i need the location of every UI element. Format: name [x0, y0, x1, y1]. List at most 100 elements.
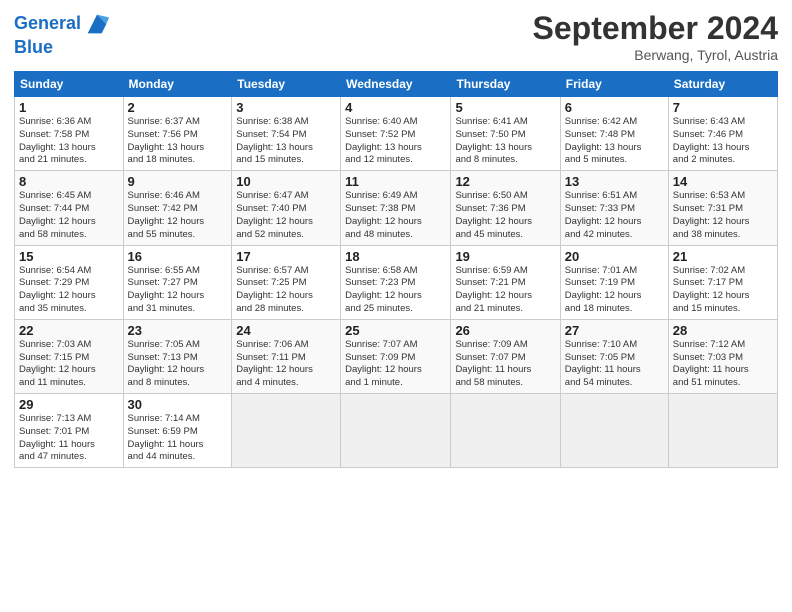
location: Berwang, Tyrol, Austria	[533, 47, 778, 63]
day-info: Sunrise: 6:55 AMSunset: 7:27 PMDaylight:…	[128, 265, 228, 316]
header-friday: Friday	[560, 72, 668, 97]
day-info: Sunrise: 7:02 AMSunset: 7:17 PMDaylight:…	[673, 265, 773, 316]
day-cell: 1Sunrise: 6:36 AMSunset: 7:58 PMDaylight…	[15, 97, 124, 171]
day-cell: 21Sunrise: 7:02 AMSunset: 7:17 PMDayligh…	[668, 245, 777, 319]
day-cell	[451, 394, 560, 468]
logo: General Blue	[14, 10, 111, 58]
day-cell	[232, 394, 341, 468]
day-info: Sunrise: 7:09 AMSunset: 7:07 PMDaylight:…	[455, 339, 555, 390]
day-info: Sunrise: 6:36 AMSunset: 7:58 PMDaylight:…	[19, 116, 119, 167]
day-number: 22	[19, 323, 119, 338]
day-cell: 26Sunrise: 7:09 AMSunset: 7:07 PMDayligh…	[451, 319, 560, 393]
day-number: 2	[128, 100, 228, 115]
day-cell: 6Sunrise: 6:42 AMSunset: 7:48 PMDaylight…	[560, 97, 668, 171]
day-info: Sunrise: 6:38 AMSunset: 7:54 PMDaylight:…	[236, 116, 336, 167]
day-number: 30	[128, 397, 228, 412]
day-cell: 30Sunrise: 7:14 AMSunset: 6:59 PMDayligh…	[123, 394, 232, 468]
day-cell	[341, 394, 451, 468]
day-info: Sunrise: 7:14 AMSunset: 6:59 PMDaylight:…	[128, 413, 228, 464]
header-row: Sunday Monday Tuesday Wednesday Thursday…	[15, 72, 778, 97]
day-number: 27	[565, 323, 664, 338]
day-cell: 22Sunrise: 7:03 AMSunset: 7:15 PMDayligh…	[15, 319, 124, 393]
day-number: 7	[673, 100, 773, 115]
header-sunday: Sunday	[15, 72, 124, 97]
day-cell: 27Sunrise: 7:10 AMSunset: 7:05 PMDayligh…	[560, 319, 668, 393]
day-cell: 11Sunrise: 6:49 AMSunset: 7:38 PMDayligh…	[341, 171, 451, 245]
day-number: 12	[455, 174, 555, 189]
day-info: Sunrise: 7:06 AMSunset: 7:11 PMDaylight:…	[236, 339, 336, 390]
day-number: 29	[19, 397, 119, 412]
day-number: 4	[345, 100, 446, 115]
day-number: 20	[565, 249, 664, 264]
day-number: 10	[236, 174, 336, 189]
day-number: 8	[19, 174, 119, 189]
day-number: 18	[345, 249, 446, 264]
day-cell: 5Sunrise: 6:41 AMSunset: 7:50 PMDaylight…	[451, 97, 560, 171]
day-number: 14	[673, 174, 773, 189]
day-number: 21	[673, 249, 773, 264]
day-number: 13	[565, 174, 664, 189]
header-monday: Monday	[123, 72, 232, 97]
header: General Blue September 2024 Berwang, Tyr…	[14, 10, 778, 63]
calendar-table: Sunday Monday Tuesday Wednesday Thursday…	[14, 71, 778, 468]
day-number: 28	[673, 323, 773, 338]
day-info: Sunrise: 6:58 AMSunset: 7:23 PMDaylight:…	[345, 265, 446, 316]
day-info: Sunrise: 7:10 AMSunset: 7:05 PMDaylight:…	[565, 339, 664, 390]
day-cell: 25Sunrise: 7:07 AMSunset: 7:09 PMDayligh…	[341, 319, 451, 393]
day-number: 24	[236, 323, 336, 338]
day-cell: 19Sunrise: 6:59 AMSunset: 7:21 PMDayligh…	[451, 245, 560, 319]
day-number: 9	[128, 174, 228, 189]
week-row-1: 1Sunrise: 6:36 AMSunset: 7:58 PMDaylight…	[15, 97, 778, 171]
logo-icon	[83, 10, 111, 38]
day-cell	[668, 394, 777, 468]
title-area: September 2024 Berwang, Tyrol, Austria	[533, 10, 778, 63]
week-row-2: 8Sunrise: 6:45 AMSunset: 7:44 PMDaylight…	[15, 171, 778, 245]
day-info: Sunrise: 7:03 AMSunset: 7:15 PMDaylight:…	[19, 339, 119, 390]
header-tuesday: Tuesday	[232, 72, 341, 97]
header-saturday: Saturday	[668, 72, 777, 97]
day-cell: 20Sunrise: 7:01 AMSunset: 7:19 PMDayligh…	[560, 245, 668, 319]
day-cell: 9Sunrise: 6:46 AMSunset: 7:42 PMDaylight…	[123, 171, 232, 245]
day-number: 6	[565, 100, 664, 115]
week-row-4: 22Sunrise: 7:03 AMSunset: 7:15 PMDayligh…	[15, 319, 778, 393]
day-info: Sunrise: 6:51 AMSunset: 7:33 PMDaylight:…	[565, 190, 664, 241]
day-info: Sunrise: 7:07 AMSunset: 7:09 PMDaylight:…	[345, 339, 446, 390]
page-container: General Blue September 2024 Berwang, Tyr…	[0, 0, 792, 478]
day-cell: 4Sunrise: 6:40 AMSunset: 7:52 PMDaylight…	[341, 97, 451, 171]
day-number: 25	[345, 323, 446, 338]
day-cell: 15Sunrise: 6:54 AMSunset: 7:29 PMDayligh…	[15, 245, 124, 319]
week-row-3: 15Sunrise: 6:54 AMSunset: 7:29 PMDayligh…	[15, 245, 778, 319]
day-info: Sunrise: 6:49 AMSunset: 7:38 PMDaylight:…	[345, 190, 446, 241]
day-info: Sunrise: 7:13 AMSunset: 7:01 PMDaylight:…	[19, 413, 119, 464]
week-row-5: 29Sunrise: 7:13 AMSunset: 7:01 PMDayligh…	[15, 394, 778, 468]
day-info: Sunrise: 6:57 AMSunset: 7:25 PMDaylight:…	[236, 265, 336, 316]
day-info: Sunrise: 6:43 AMSunset: 7:46 PMDaylight:…	[673, 116, 773, 167]
day-number: 16	[128, 249, 228, 264]
header-wednesday: Wednesday	[341, 72, 451, 97]
day-info: Sunrise: 7:05 AMSunset: 7:13 PMDaylight:…	[128, 339, 228, 390]
day-cell: 3Sunrise: 6:38 AMSunset: 7:54 PMDaylight…	[232, 97, 341, 171]
month-title: September 2024	[533, 10, 778, 47]
day-info: Sunrise: 6:54 AMSunset: 7:29 PMDaylight:…	[19, 265, 119, 316]
day-cell: 24Sunrise: 7:06 AMSunset: 7:11 PMDayligh…	[232, 319, 341, 393]
day-number: 1	[19, 100, 119, 115]
header-thursday: Thursday	[451, 72, 560, 97]
day-cell: 16Sunrise: 6:55 AMSunset: 7:27 PMDayligh…	[123, 245, 232, 319]
day-cell: 29Sunrise: 7:13 AMSunset: 7:01 PMDayligh…	[15, 394, 124, 468]
day-cell: 10Sunrise: 6:47 AMSunset: 7:40 PMDayligh…	[232, 171, 341, 245]
logo-blue: Blue	[14, 38, 111, 58]
day-number: 11	[345, 174, 446, 189]
day-info: Sunrise: 6:47 AMSunset: 7:40 PMDaylight:…	[236, 190, 336, 241]
day-number: 19	[455, 249, 555, 264]
day-number: 26	[455, 323, 555, 338]
logo-text: General	[14, 14, 81, 34]
day-info: Sunrise: 6:59 AMSunset: 7:21 PMDaylight:…	[455, 265, 555, 316]
day-number: 5	[455, 100, 555, 115]
day-cell: 18Sunrise: 6:58 AMSunset: 7:23 PMDayligh…	[341, 245, 451, 319]
day-info: Sunrise: 6:46 AMSunset: 7:42 PMDaylight:…	[128, 190, 228, 241]
day-cell: 23Sunrise: 7:05 AMSunset: 7:13 PMDayligh…	[123, 319, 232, 393]
day-cell: 8Sunrise: 6:45 AMSunset: 7:44 PMDaylight…	[15, 171, 124, 245]
day-info: Sunrise: 6:41 AMSunset: 7:50 PMDaylight:…	[455, 116, 555, 167]
day-info: Sunrise: 6:37 AMSunset: 7:56 PMDaylight:…	[128, 116, 228, 167]
day-info: Sunrise: 6:42 AMSunset: 7:48 PMDaylight:…	[565, 116, 664, 167]
